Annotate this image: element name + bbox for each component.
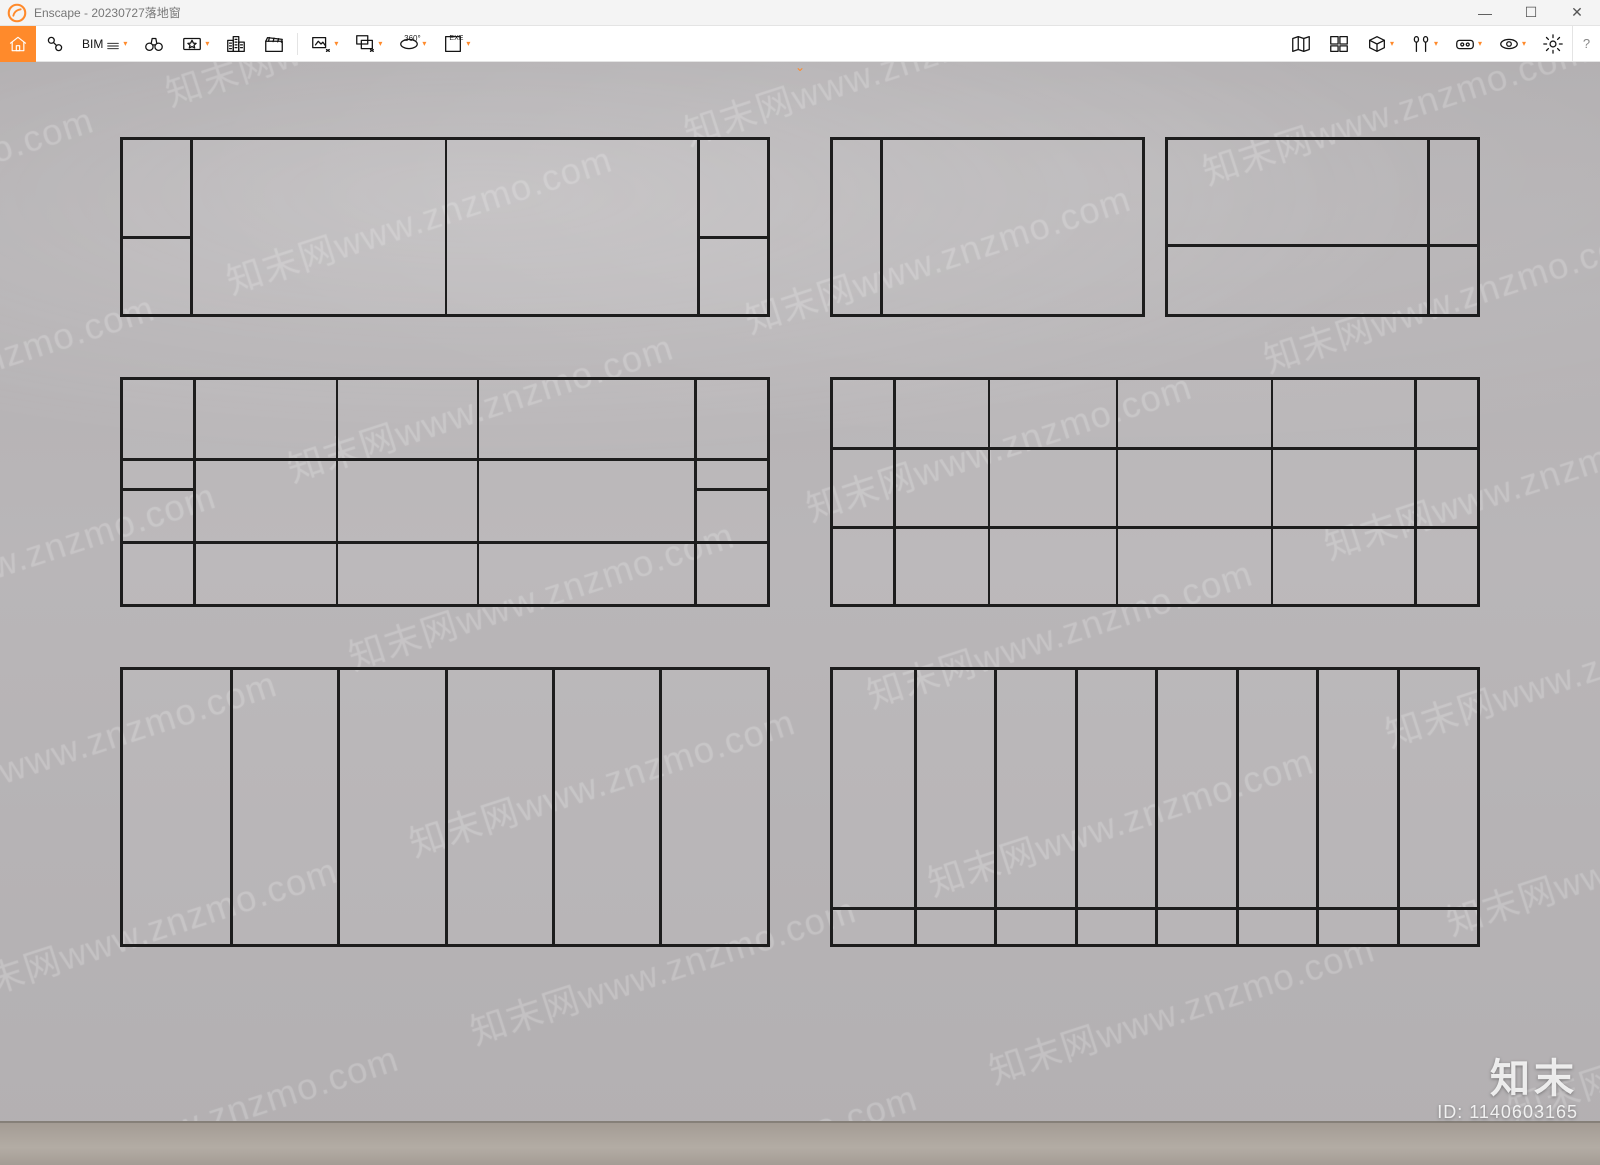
chevron-down-icon: ▾: [1478, 40, 1482, 48]
exe-export-button[interactable]: EXE ▾: [434, 26, 478, 62]
batch-render-button[interactable]: ▾: [346, 26, 390, 62]
visual-settings-button[interactable]: ▾: [1490, 26, 1534, 62]
help-label: ?: [1583, 36, 1590, 51]
window-model-1: [120, 137, 770, 317]
window-title: Enscape - 20230727落地窗: [34, 4, 181, 21]
window-model-2: [830, 137, 1480, 317]
expand-toolbar-handle[interactable]: ⌄: [795, 60, 805, 74]
360-label: 360°: [404, 34, 421, 43]
vr-button[interactable]: ▾: [1446, 26, 1490, 62]
settings-button[interactable]: [1534, 26, 1572, 62]
floor-plane: [0, 1121, 1600, 1165]
home-button[interactable]: [0, 26, 36, 62]
box-dropdown-button[interactable]: ▾: [1358, 26, 1402, 62]
titlebar: Enscape - 20230727落地窗 — ☐ ✕: [0, 0, 1600, 26]
bim-dropdown[interactable]: BIM ▾: [74, 26, 135, 62]
window-model-6: [830, 667, 1480, 947]
window-controls: — ☐ ✕: [1462, 0, 1600, 26]
chevron-down-icon: ▾: [1390, 40, 1394, 48]
favorite-view-button[interactable]: ▾: [173, 26, 217, 62]
chevron-down-icon: ▾: [378, 40, 382, 48]
asset-library-button[interactable]: [1320, 26, 1358, 62]
chevron-down-icon: ▾: [123, 40, 127, 48]
video-clapboard-button[interactable]: [255, 26, 293, 62]
exe-label: EXE: [449, 35, 463, 42]
window-models-grid: [120, 82, 1480, 1095]
link-sync-button[interactable]: [36, 26, 74, 62]
chevron-down-icon: ▾: [466, 40, 470, 48]
360-export-button[interactable]: 360° ▾: [390, 26, 434, 62]
minimize-button[interactable]: —: [1462, 0, 1508, 26]
chevron-down-icon: ▾: [422, 40, 426, 48]
chevron-down-icon: ▾: [205, 40, 209, 48]
collab-button[interactable]: ▾: [1402, 26, 1446, 62]
close-button[interactable]: ✕: [1554, 0, 1600, 26]
window-model-4: [830, 377, 1480, 607]
window-model-3: [120, 377, 770, 607]
maximize-button[interactable]: ☐: [1508, 0, 1554, 26]
brand-id: ID: 1140603165: [1437, 1102, 1578, 1123]
chevron-down-icon: ▾: [1522, 40, 1526, 48]
window-model-5: [120, 667, 770, 947]
main-toolbar: BIM ▾ ▾ ▾ ▾ 360° ▾ EXE ▾: [0, 26, 1600, 62]
binoculars-button[interactable]: [135, 26, 173, 62]
help-button[interactable]: ?: [1572, 26, 1600, 62]
buildings-button[interactable]: [217, 26, 255, 62]
screenshot-button[interactable]: ▾: [302, 26, 346, 62]
chevron-down-icon: ▾: [1434, 40, 1438, 48]
app-logo-icon: [6, 2, 28, 24]
bim-label: BIM: [82, 37, 103, 51]
toolbar-separator: [297, 33, 298, 55]
chevron-down-icon: ▾: [334, 40, 338, 48]
map-button[interactable]: [1282, 26, 1320, 62]
render-viewport[interactable]: 知末网www.znzmo.com知末网www.znzmo.com知末网www.z…: [0, 62, 1600, 1165]
